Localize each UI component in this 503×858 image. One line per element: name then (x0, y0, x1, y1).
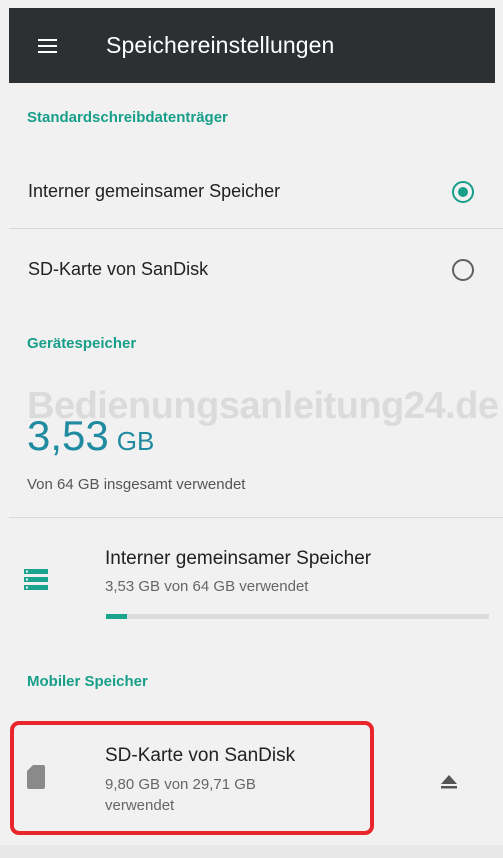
storage-item-subtitle: 3,53 GB von 64 GB verwendet (105, 578, 309, 595)
storage-usage-fill (106, 614, 128, 619)
storage-list-icon (24, 569, 48, 590)
highlight-frame (10, 721, 374, 835)
storage-item-title: Interner gemeinsamer Speicher (105, 548, 372, 569)
radio-unselected-icon[interactable] (452, 259, 474, 281)
hamburger-menu-icon[interactable] (9, 8, 85, 83)
divider (9, 228, 503, 229)
page-title: Speichereinstellungen (106, 32, 335, 58)
app-bar: Speichereinstellungen (9, 8, 495, 83)
storage-used-summary: 3,53 GB (27, 412, 154, 460)
section-header-default-write: Standardschreibdatenträger (27, 109, 228, 126)
storage-used-value: 3,53 (27, 412, 109, 459)
option-label: Interner gemeinsamer Speicher (28, 181, 281, 201)
storage-caption: Von 64 GB insgesamt verwendet (27, 476, 246, 493)
divider (9, 517, 503, 518)
storage-used-unit: GB (116, 426, 155, 456)
eject-icon[interactable] (440, 773, 458, 791)
option-sd-card[interactable]: SD-Karte von SanDisk (9, 238, 503, 304)
option-internal-storage[interactable]: Interner gemeinsamer Speicher (9, 160, 503, 226)
bottom-edge (0, 845, 503, 858)
option-label: SD-Karte von SanDisk (28, 259, 209, 279)
section-header-device-storage: Gerätespeicher (27, 335, 137, 352)
storage-usage-bar (106, 614, 489, 619)
section-header-portable-storage: Mobiler Speicher (27, 673, 148, 690)
radio-selected-icon[interactable] (452, 181, 474, 203)
